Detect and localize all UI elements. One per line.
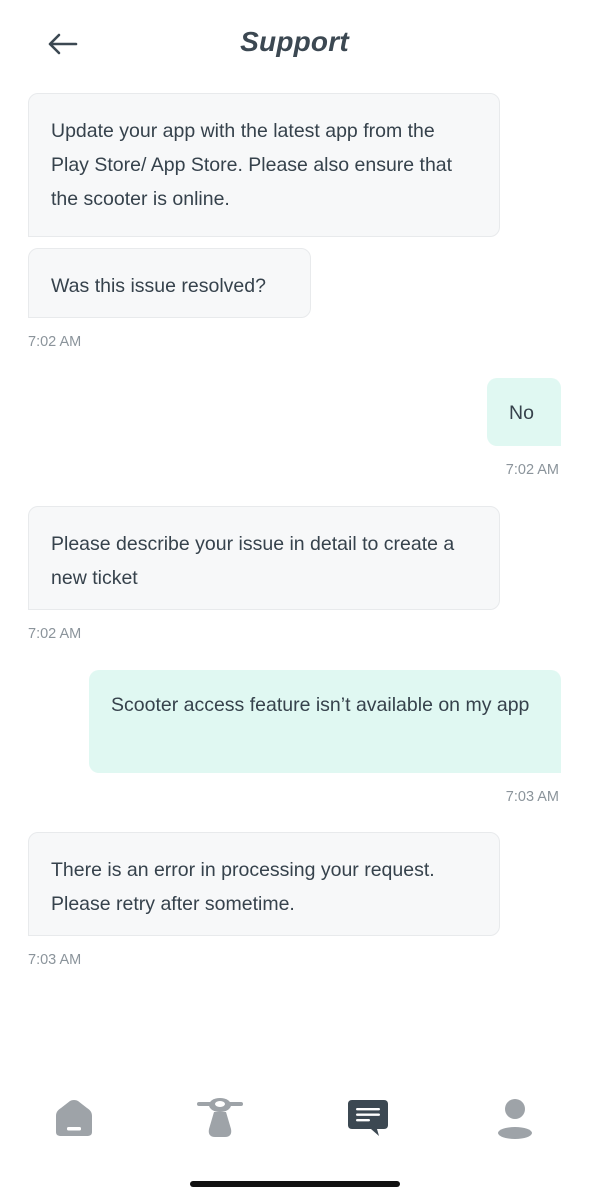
bot-message: Please describe your issue in detail to … — [28, 506, 500, 610]
bottom-tab-bar — [0, 1090, 589, 1160]
home-icon — [54, 1098, 94, 1143]
tab-profile[interactable] — [485, 1090, 545, 1150]
bot-message: There is an error in processing your req… — [28, 832, 500, 936]
chat-icon — [347, 1098, 389, 1143]
tab-scooter[interactable] — [190, 1090, 250, 1150]
home-indicator — [190, 1181, 400, 1187]
top-bar: Support — [0, 0, 589, 90]
message-timestamp: 7:02 AM — [28, 626, 82, 642]
bot-message: Update your app with the latest app from… — [28, 93, 500, 237]
page-title: Support — [240, 26, 349, 57]
message-timestamp: 7:03 AM — [505, 789, 559, 805]
scooter-icon — [195, 1097, 245, 1144]
message-timestamp: 7:02 AM — [505, 462, 559, 478]
tab-home[interactable] — [44, 1090, 104, 1150]
user-message: Scooter access feature isn’t available o… — [89, 670, 561, 773]
message-timestamp: 7:03 AM — [28, 952, 82, 968]
profile-icon — [495, 1097, 535, 1144]
tab-support-chat[interactable] — [338, 1090, 398, 1150]
user-message: No — [487, 378, 561, 446]
message-timestamp: 7:02 AM — [28, 334, 82, 350]
bot-message: Was this issue resolved? — [28, 248, 311, 318]
